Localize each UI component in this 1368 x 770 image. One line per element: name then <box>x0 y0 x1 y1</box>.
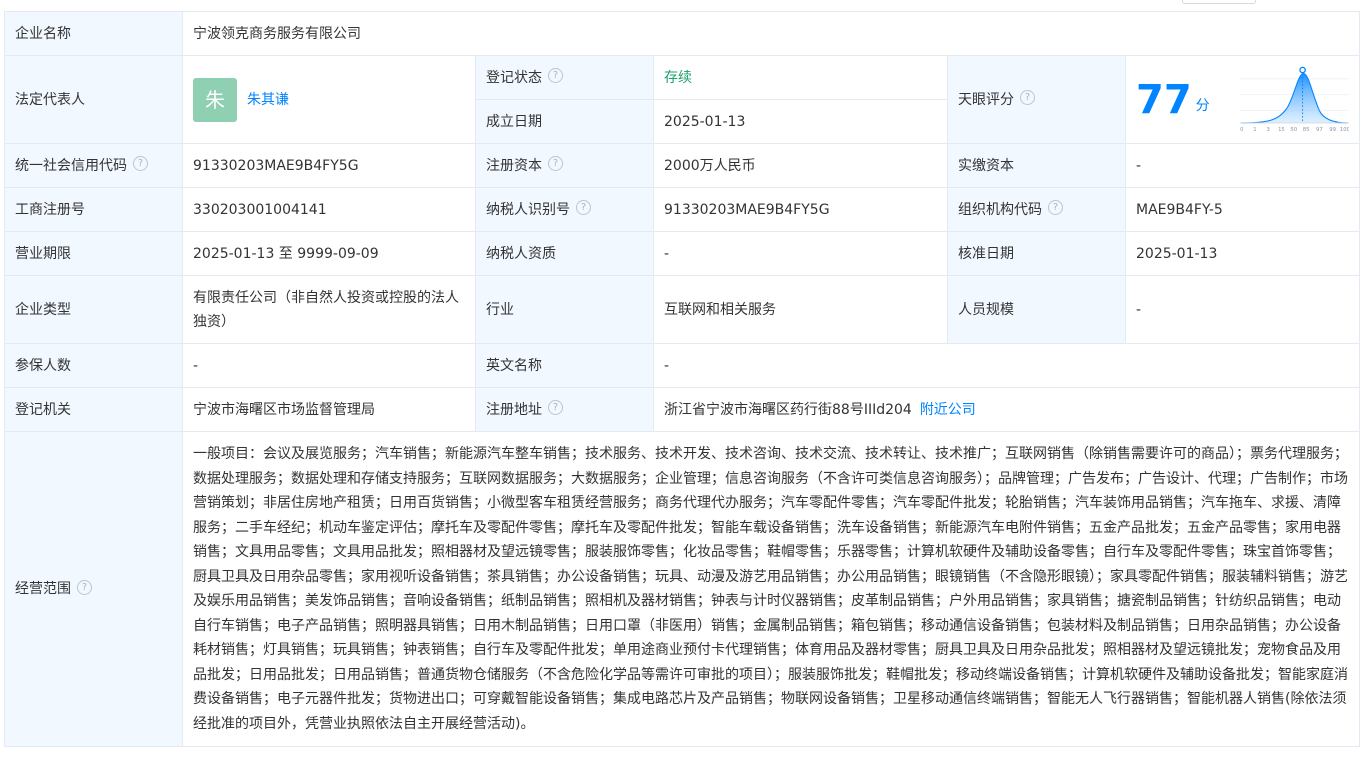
table-row: 企业类型 有限责任公司（非自然人投资或控股的法人独资） 行业 互联网和相关服务 … <box>4 275 1361 344</box>
taxpayer-qual-value: - <box>653 231 948 276</box>
reg-status-value: 存续 <box>653 55 948 100</box>
tick-label: 50 <box>1290 126 1297 132</box>
reg-capital-label: 注册资本 <box>486 157 542 174</box>
taxpayer-qual-label: 纳税人资质 <box>475 231 654 276</box>
reg-address-label-cell: 注册地址? <box>475 387 654 432</box>
english-name-label: 英文名称 <box>475 343 654 388</box>
score-distribution-chart: 0 1 3 15 50 85 97 99 100 <box>1239 66 1350 132</box>
biz-reg-no-value: 330203001004141 <box>182 187 476 232</box>
paid-capital-value: - <box>1124 143 1361 188</box>
tick-label: 0 <box>1240 126 1244 132</box>
credit-code-value: 91330203MAE9B4FY5G <box>182 143 476 188</box>
biz-scope-label: 经营范围 <box>15 581 71 597</box>
industry-label: 行业 <box>475 275 654 344</box>
table-row: 法定代表人 朱 朱其谦 登记状态? 存续 天眼评分? 77 分 0 1 3 15… <box>4 55 1361 144</box>
insured-label: 参保人数 <box>4 343 183 388</box>
company-type-label: 企业类型 <box>4 275 183 344</box>
table-row: 企业名称 宁波领克商务服务有限公司 <box>4 11 1361 56</box>
org-code-value: MAE9B4FY-5 <box>1124 187 1361 232</box>
tick-label: 15 <box>1278 126 1285 132</box>
paid-capital-label: 实缴资本 <box>947 143 1126 188</box>
english-name-value: - <box>652 343 1361 388</box>
company-info-table: 企业名称 宁波领克商务服务有限公司 法定代表人 朱 朱其谦 登记状态? 存续 天… <box>4 11 1361 747</box>
help-icon[interactable]: ? <box>1048 200 1063 215</box>
legal-rep-label: 法定代表人 <box>4 55 183 144</box>
insured-value: - <box>182 343 476 388</box>
help-icon[interactable]: ? <box>548 68 563 83</box>
score-tick-labels: 0 1 3 15 50 85 97 99 100 <box>1240 126 1349 132</box>
taxpayer-id-label: 纳税人识别号 <box>486 201 570 218</box>
tick-label: 97 <box>1316 126 1323 132</box>
biz-term-label: 营业期限 <box>4 231 183 276</box>
tianyan-score-label-cell: 天眼评分? <box>947 55 1126 144</box>
biz-scope-label-cell: 经营范围? <box>4 431 183 747</box>
staff-size-label: 人员规模 <box>947 275 1126 344</box>
help-icon[interactable]: ? <box>133 156 148 171</box>
help-icon[interactable]: ? <box>77 579 92 595</box>
reg-status-label: 登记状态 <box>486 69 542 86</box>
reg-capital-value: 2000万人民币 <box>653 143 948 188</box>
legal-rep-name-link[interactable]: 朱其谦 <box>247 88 289 112</box>
credit-code-label: 统一社会信用代码 <box>15 157 127 174</box>
org-code-label: 组织机构代码 <box>958 201 1042 218</box>
help-icon[interactable]: ? <box>548 156 563 171</box>
avatar[interactable]: 朱 <box>193 77 237 122</box>
found-date-label: 成立日期 <box>475 99 654 144</box>
taxpayer-id-value: 91330203MAE9B4FY5G <box>653 187 948 232</box>
nearby-companies-link[interactable]: 附近公司 <box>920 402 976 418</box>
company-name-label: 企业名称 <box>4 11 183 56</box>
legal-rep-cell: 朱 朱其谦 <box>182 55 476 144</box>
help-icon[interactable]: ? <box>1020 90 1035 105</box>
reg-authority-label: 登记机关 <box>4 387 183 432</box>
reg-address-cell: 浙江省宁波市海曙区药行街88号IIId204 附近公司 <box>652 387 1361 432</box>
tick-label: 99 <box>1329 126 1336 132</box>
credit-code-label-cell: 统一社会信用代码? <box>4 143 183 188</box>
table-row: 参保人数 - 英文名称 - <box>4 343 1361 388</box>
staff-size-value: - <box>1124 275 1361 344</box>
table-row: 营业期限 2025-01-13 至 9999-09-09 纳税人资质 - 核准日… <box>4 231 1361 276</box>
org-code-label-cell: 组织机构代码? <box>947 187 1126 232</box>
approval-date-label: 核准日期 <box>947 231 1126 276</box>
distribution-curve <box>1241 73 1348 123</box>
tick-label: 3 <box>1266 126 1269 132</box>
reg-address-value: 浙江省宁波市海曙区药行街88号IIId204 <box>664 401 912 418</box>
table-row: 经营范围? 一般项目：会议及展览服务；汽车销售；新能源汽车整车销售；技术服务、技… <box>4 431 1361 747</box>
industry-value: 互联网和相关服务 <box>653 275 948 344</box>
table-row: 登记机关 宁波市海曙区市场监督管理局 注册地址? 浙江省宁波市海曙区药行街88号… <box>4 387 1361 432</box>
top-button[interactable] <box>1182 0 1256 4</box>
tianyan-score-cell[interactable]: 77 分 0 1 3 15 50 85 97 99 100 <box>1124 55 1361 144</box>
reg-address-label: 注册地址 <box>486 401 542 418</box>
biz-reg-no-label: 工商注册号 <box>4 187 183 232</box>
biz-scope-value: 一般项目：会议及展览服务；汽车销售；新能源汽车整车销售；技术服务、技术开发、技术… <box>181 431 1361 747</box>
company-name-value: 宁波领克商务服务有限公司 <box>181 11 1361 56</box>
score-marker-dot <box>1298 66 1306 73</box>
reg-capital-label-cell: 注册资本? <box>475 143 654 188</box>
tick-label: 100 <box>1340 126 1349 132</box>
table-row: 统一社会信用代码? 91330203MAE9B4FY5G 注册资本? 2000万… <box>4 143 1361 188</box>
reg-authority-value: 宁波市海曙区市场监督管理局 <box>182 387 476 432</box>
taxpayer-id-label-cell: 纳税人识别号? <box>475 187 654 232</box>
tianyan-score-label: 天眼评分 <box>958 91 1014 108</box>
tick-label: 1 <box>1253 126 1256 132</box>
company-type-value: 有限责任公司（非自然人投资或控股的法人独资） <box>182 275 476 344</box>
biz-term-value: 2025-01-13 至 9999-09-09 <box>182 231 476 276</box>
score-unit: 分 <box>1195 97 1210 114</box>
found-date-value: 2025-01-13 <box>653 99 948 144</box>
table-row: 工商注册号 330203001004141 纳税人识别号? 91330203MA… <box>4 187 1361 232</box>
tick-label: 85 <box>1302 126 1309 132</box>
help-icon[interactable]: ? <box>576 200 591 215</box>
reg-status-label-cell: 登记状态? <box>475 55 654 100</box>
score-number: 77 <box>1136 76 1192 123</box>
help-icon[interactable]: ? <box>548 400 563 415</box>
approval-date-value: 2025-01-13 <box>1124 231 1361 276</box>
